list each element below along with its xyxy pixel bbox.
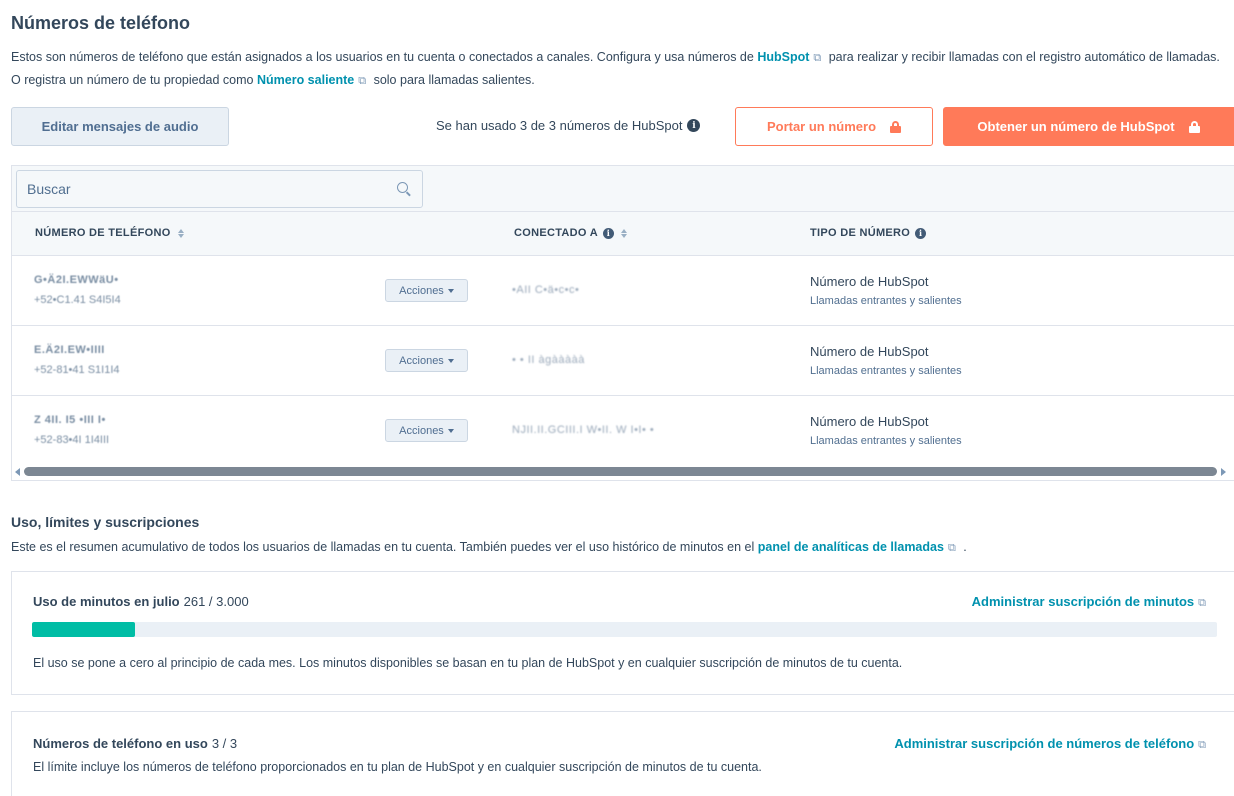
intro-text: Estos son números de teléfono que están …: [11, 50, 1220, 87]
search-icon[interactable]: [397, 182, 408, 193]
numbers-in-use-card: Números de teléfono en uso 3 / 3 Administ…: [11, 711, 1234, 796]
sort-icon[interactable]: [177, 228, 184, 238]
scrollbar-thumb[interactable]: [24, 467, 1217, 476]
caret-down-icon: [447, 358, 454, 363]
minutes-progress-fill: [32, 622, 136, 637]
phone-name: G•Ä2I.EWWäU•: [34, 274, 119, 286]
minutes-usage-note: El uso se pone a cero al principio de ca…: [33, 656, 903, 670]
number-type: Número de HubSpot: [810, 274, 929, 289]
minutes-usage-card: Uso de minutos en julio 261 / 3.000 Admin…: [11, 571, 1234, 695]
external-link-icon: ⧉: [1198, 739, 1206, 751]
external-link-icon: ⧉: [1198, 597, 1206, 609]
hubspot-link[interactable]: HubSpot: [757, 50, 809, 64]
external-link-icon: ⧉: [947, 542, 956, 554]
phone-number: +52-81•41 S1I1I4: [34, 364, 120, 376]
usage-section-title: Uso, límites y suscripciones: [11, 514, 200, 530]
usage-section-description: Este es el resumen acumulativo de todos …: [11, 540, 967, 554]
table-header: NÚMERO DE TELÉFONO CONECTADO A i TIPO DE…: [12, 212, 1234, 256]
sort-icon[interactable]: [620, 228, 627, 238]
port-number-button[interactable]: Portar un número: [735, 107, 933, 146]
page-title: Números de teléfono: [11, 13, 191, 33]
scroll-right-icon[interactable]: [1221, 468, 1226, 476]
numbers-in-use-label: Números de teléfono en uso 3 / 3: [33, 736, 238, 751]
caret-down-icon: [447, 288, 454, 293]
search-input[interactable]: [27, 181, 387, 197]
connected-to-value: NJII.II.GCIII.I W•II. W I•I• •: [512, 424, 655, 436]
numbers-in-use-count: 3 / 3: [211, 736, 238, 751]
info-icon[interactable]: i: [602, 227, 614, 239]
column-header-connected-to[interactable]: CONECTADO A i: [514, 227, 627, 239]
numbers-usage-note: Se han usado 3 de 3 números de HubSpot i: [436, 118, 701, 133]
minutes-usage-label: Uso de minutos en julio 261 / 3.000: [33, 594, 249, 609]
horizontal-scrollbar[interactable]: [12, 463, 1234, 480]
connected-to-value: •AII C•ä•c•c•: [512, 284, 580, 296]
phone-name: E.Ä2I.EW•IIII: [34, 344, 105, 356]
number-type-detail: Llamadas entrantes y salientes: [810, 295, 962, 307]
phone-numbers-table: NÚMERO DE TELÉFONO CONECTADO A i TIPO DE…: [11, 165, 1234, 481]
external-link-icon: ⧉: [813, 52, 822, 64]
column-header-number-type: TIPO DE NÚMERO i: [810, 227, 927, 239]
caret-down-icon: [447, 428, 454, 433]
number-type: Número de HubSpot: [810, 344, 929, 359]
scroll-left-icon[interactable]: [15, 468, 20, 476]
phone-name: Z 4II. I5 •III I•: [34, 414, 106, 426]
lock-icon: [1188, 120, 1200, 133]
table-row: Z 4II. I5 •III I• +52-83•4I 1I4III Accio…: [12, 396, 1234, 462]
info-icon[interactable]: i: [687, 119, 701, 132]
info-icon[interactable]: i: [915, 227, 927, 239]
number-type-detail: Llamadas entrantes y salientes: [810, 435, 962, 447]
actions-dropdown-button[interactable]: Acciones: [385, 279, 468, 302]
manage-minutes-subscription-link[interactable]: Administrar suscripción de minutos ⧉: [972, 594, 1210, 610]
phone-number: +52-83•4I 1I4III: [34, 434, 110, 446]
edit-audio-messages-button[interactable]: Editar mensajes de audio: [11, 107, 229, 146]
call-analytics-link[interactable]: panel de analíticas de llamadas: [758, 540, 944, 554]
table-row: G•Ä2I.EWWäU• +52•C1.41 S4I5I4 Acciones •…: [12, 256, 1234, 326]
table-row: E.Ä2I.EW•IIII +52-81•41 S1I1I4 Acciones …: [12, 326, 1234, 396]
outgoing-number-link[interactable]: Número saliente: [257, 73, 354, 87]
actions-dropdown-button[interactable]: Acciones: [385, 419, 468, 442]
numbers-in-use-note: El límite incluye los números de teléfon…: [33, 760, 762, 774]
phone-number: +52•C1.41 S4I5I4: [34, 294, 121, 306]
external-link-icon: ⧉: [358, 75, 367, 87]
search-box: [16, 170, 423, 208]
manage-phone-numbers-subscription-link[interactable]: Administrar suscripción de números de te…: [894, 736, 1210, 752]
number-type-detail: Llamadas entrantes y salientes: [810, 365, 962, 377]
number-type: Número de HubSpot: [810, 414, 929, 429]
minutes-progress-bar: [32, 622, 1217, 637]
get-hubspot-number-button[interactable]: Obtener un número de HubSpot: [943, 107, 1234, 146]
minutes-usage-count: 261 / 3.000: [183, 594, 249, 609]
lock-icon: [890, 120, 902, 133]
column-header-phone-number[interactable]: NÚMERO DE TELÉFONO: [35, 227, 184, 239]
connected-to-value: • • II àgààààà: [512, 354, 585, 366]
table-search-bar: [12, 166, 1234, 212]
actions-dropdown-button[interactable]: Acciones: [385, 349, 468, 372]
